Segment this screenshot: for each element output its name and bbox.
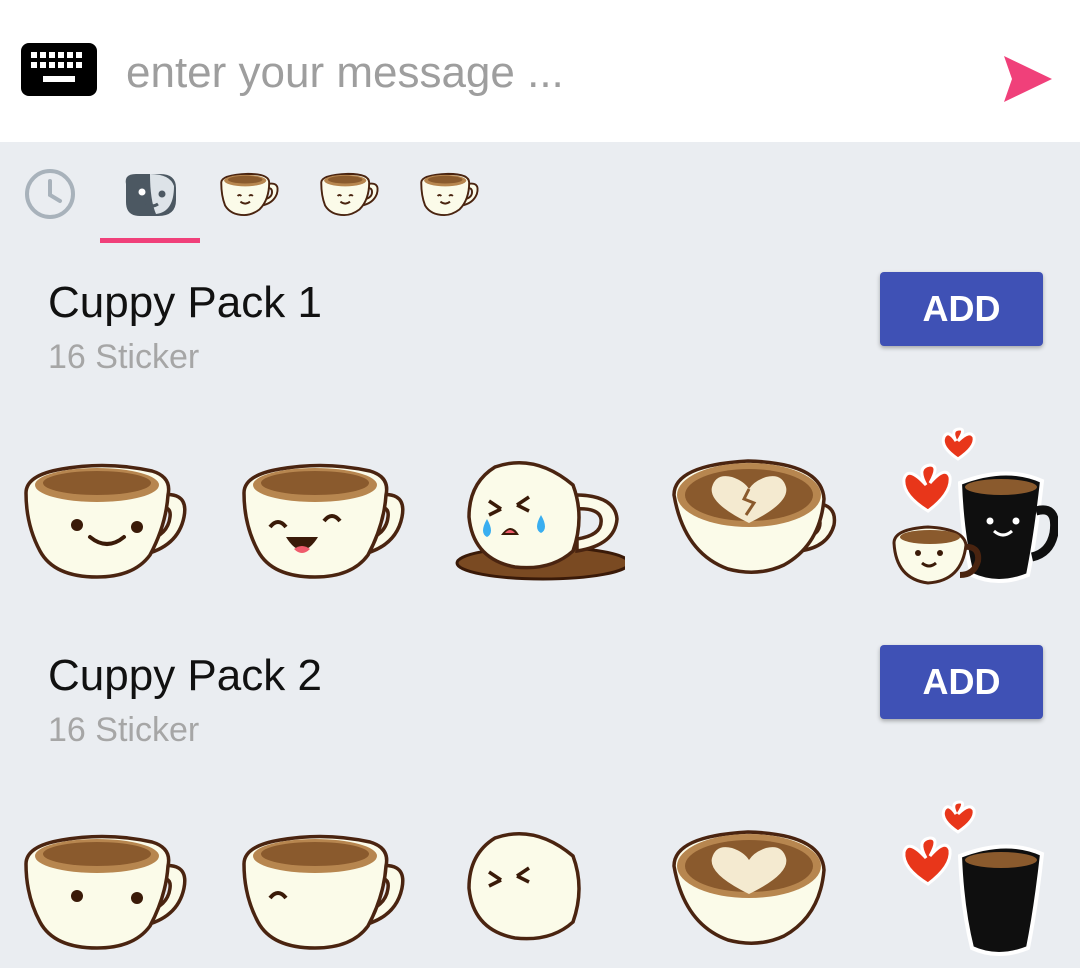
sticker-latte-broken-heart-cup[interactable] [668,826,840,951]
message-input[interactable] [126,42,966,104]
sticker-smiling-cup[interactable] [22,455,192,585]
tab-recent[interactable] [0,164,100,224]
add-pack-button[interactable]: ADD [880,645,1043,719]
pack-sticker-count: 16 Sticker [48,711,200,749]
sticker-cups-in-love[interactable] [886,425,1058,595]
tab-cuppy-2[interactable] [300,164,400,224]
pack-title: Cuppy Pack 2 [48,651,322,700]
keyboard-icon[interactable] [21,43,97,96]
sticker-laughing-cup[interactable] [240,455,410,585]
sticker-smiling-cup[interactable] [22,826,192,956]
tab-cuppy-3[interactable] [400,164,500,224]
tab-cuppy-1[interactable] [200,164,300,224]
cup-sticker-icon [319,171,381,217]
sticker-latte-broken-heart-cup[interactable] [668,455,840,580]
pack-title: Cuppy Pack 1 [48,278,322,327]
tab-sticker-store[interactable] [100,164,200,224]
cup-sticker-icon [219,171,281,217]
pack-sticker-count: 16 Sticker [48,338,200,376]
send-icon[interactable] [1000,52,1054,106]
cup-sticker-icon [419,171,481,217]
clock-icon [25,169,75,219]
sticker-face-icon [125,174,176,216]
sticker-cups-in-love[interactable] [886,798,1058,968]
sticker-laughing-cup[interactable] [240,826,410,956]
message-composer [0,0,1080,142]
selected-tab-indicator [100,238,200,243]
add-pack-button[interactable]: ADD [880,272,1043,346]
sticker-tab-bar [0,142,1080,246]
sticker-crying-spilled-cup[interactable] [455,455,625,585]
sticker-crying-spilled-cup[interactable] [455,826,625,956]
